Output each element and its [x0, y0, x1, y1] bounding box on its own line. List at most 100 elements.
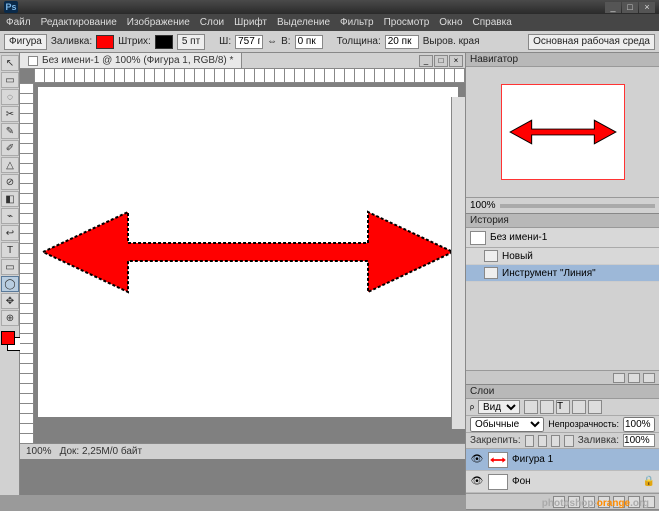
lasso-tool[interactable]: ◌: [1, 89, 19, 105]
blend-mode-select[interactable]: Обычные: [470, 417, 544, 432]
layer-row[interactable]: 👁 Фигура 1: [466, 449, 659, 471]
history-item[interactable]: Новый: [466, 248, 659, 265]
fill-swatch[interactable]: [96, 35, 114, 49]
stamp-tool[interactable]: △: [1, 157, 19, 173]
menu-type[interactable]: Шрифт: [234, 17, 267, 28]
navigator-thumbnail[interactable]: [501, 84, 625, 180]
navigator-panel: Навигатор 100%: [466, 53, 659, 214]
lock-icon: 🔒: [643, 476, 655, 487]
close-button[interactable]: ×: [639, 2, 655, 13]
path-select-tool[interactable]: ▭: [1, 259, 19, 275]
maximize-button[interactable]: □: [622, 2, 638, 13]
foreground-color[interactable]: [1, 331, 15, 345]
shape-tool[interactable]: ◯: [1, 276, 19, 292]
canvas[interactable]: [38, 87, 458, 417]
height-input[interactable]: [295, 35, 323, 49]
layer-row[interactable]: 👁 Фон 🔒: [466, 471, 659, 493]
menu-window[interactable]: Окно: [439, 17, 462, 28]
fill-opacity-input[interactable]: [623, 434, 655, 447]
zoom-level[interactable]: 100%: [26, 446, 52, 457]
menu-bar: Файл Редактирование Изображение Слои Шри…: [0, 14, 659, 31]
lock-position-icon[interactable]: [551, 435, 560, 447]
visibility-icon[interactable]: 👁: [470, 475, 484, 489]
menu-view[interactable]: Просмотр: [384, 17, 430, 28]
layer-thumbnail[interactable]: [488, 452, 508, 468]
shape-mode-select[interactable]: Фигура: [4, 34, 47, 50]
stroke-width-select[interactable]: 5 пт: [177, 34, 205, 50]
navigator-header[interactable]: Навигатор: [466, 53, 659, 67]
ruler-horizontal[interactable]: [34, 69, 465, 83]
history-item-label: Новый: [502, 251, 533, 262]
pen-tool[interactable]: ↩: [1, 225, 19, 241]
eyedropper-tool[interactable]: ✎: [1, 123, 19, 139]
history-new-icon: [484, 250, 498, 262]
hand-tool[interactable]: ✥: [1, 293, 19, 309]
doc-minimize-button[interactable]: _: [419, 55, 433, 67]
scrollbar-vertical[interactable]: [451, 97, 465, 429]
toolbox: ↖ ▭ ◌ ✂ ✎ ✐ △ ⊘ ◧ ⌁ ↩ T ▭ ◯ ✥ ⊕: [0, 53, 20, 495]
opacity-label: Непрозрачность:: [548, 419, 619, 429]
history-delete-button[interactable]: [643, 373, 655, 383]
menu-layers[interactable]: Слои: [200, 17, 224, 28]
menu-select[interactable]: Выделение: [277, 17, 330, 28]
zoom-tool[interactable]: ⊕: [1, 310, 19, 326]
history-document-row[interactable]: Без имени-1: [466, 228, 659, 248]
width-label: Ш:: [219, 36, 231, 47]
layer-filter-select[interactable]: Вид: [478, 400, 520, 414]
status-bar: 100% Док: 2,25M/0 байт: [20, 443, 465, 459]
lock-label: Закрепить:: [470, 435, 521, 446]
history-doc-thumb: [470, 231, 486, 245]
stroke-swatch[interactable]: [155, 35, 173, 49]
filter-type-icon[interactable]: T: [556, 400, 570, 414]
type-tool[interactable]: T: [1, 242, 19, 258]
minimize-button[interactable]: _: [605, 2, 621, 13]
workspace-select[interactable]: Основная рабочая среда: [528, 34, 655, 50]
lock-transparency-icon[interactable]: [525, 435, 534, 447]
filter-shape-icon[interactable]: [572, 400, 586, 414]
document-tab[interactable]: Без имени-1 @ 100% (Фигура 1, RGB/8) *: [20, 53, 242, 68]
brush-tool[interactable]: ✐: [1, 140, 19, 156]
menu-image[interactable]: Изображение: [127, 17, 190, 28]
blur-tool[interactable]: ⌁: [1, 208, 19, 224]
opacity-input[interactable]: [623, 417, 655, 432]
gradient-tool[interactable]: ◧: [1, 191, 19, 207]
menu-file[interactable]: Файл: [6, 17, 31, 28]
menu-filter[interactable]: Фильтр: [340, 17, 374, 28]
history-line-icon: [484, 267, 498, 279]
lock-all-icon[interactable]: [564, 435, 573, 447]
layer-name[interactable]: Фон: [512, 476, 531, 487]
history-item[interactable]: Инструмент "Линия": [466, 265, 659, 282]
navigator-zoom-slider[interactable]: 100%: [466, 197, 659, 213]
width-input[interactable]: [235, 35, 263, 49]
align-edges-checkbox[interactable]: Выров. края: [423, 36, 480, 47]
filter-adjust-icon[interactable]: [540, 400, 554, 414]
watermark: photoshop-orange.org: [542, 493, 649, 509]
history-snapshot-button[interactable]: [613, 373, 625, 383]
filter-pixel-icon[interactable]: [524, 400, 538, 414]
doc-maximize-button[interactable]: □: [434, 55, 448, 67]
ruler-vertical[interactable]: [20, 83, 34, 443]
lock-brush-icon[interactable]: [538, 435, 547, 447]
color-swatches[interactable]: [1, 331, 18, 355]
document-title: Без имени-1 @ 100% (Фигура 1, RGB/8) *: [42, 55, 233, 66]
eraser-tool[interactable]: ⊘: [1, 174, 19, 190]
filter-smart-icon[interactable]: [588, 400, 602, 414]
layer-thumbnail[interactable]: [488, 474, 508, 490]
move-tool[interactable]: ↖: [1, 55, 19, 71]
height-label: В:: [281, 36, 290, 47]
doc-close-button[interactable]: ×: [449, 55, 463, 67]
menu-edit[interactable]: Редактирование: [41, 17, 117, 28]
layers-tab[interactable]: Слои: [470, 386, 494, 397]
doc-icon: [28, 56, 38, 66]
history-header[interactable]: История: [466, 214, 659, 228]
crop-tool[interactable]: ✂: [1, 106, 19, 122]
thickness-input[interactable]: [385, 35, 419, 49]
history-doc-name: Без имени-1: [490, 232, 547, 243]
menu-help[interactable]: Справка: [473, 17, 512, 28]
visibility-icon[interactable]: 👁: [470, 453, 484, 467]
layer-name[interactable]: Фигура 1: [512, 454, 553, 465]
history-new-button[interactable]: [628, 373, 640, 383]
link-icon[interactable]: ⇔: [267, 36, 277, 47]
marquee-tool[interactable]: ▭: [1, 72, 19, 88]
history-item-label: Инструмент "Линия": [502, 268, 596, 279]
